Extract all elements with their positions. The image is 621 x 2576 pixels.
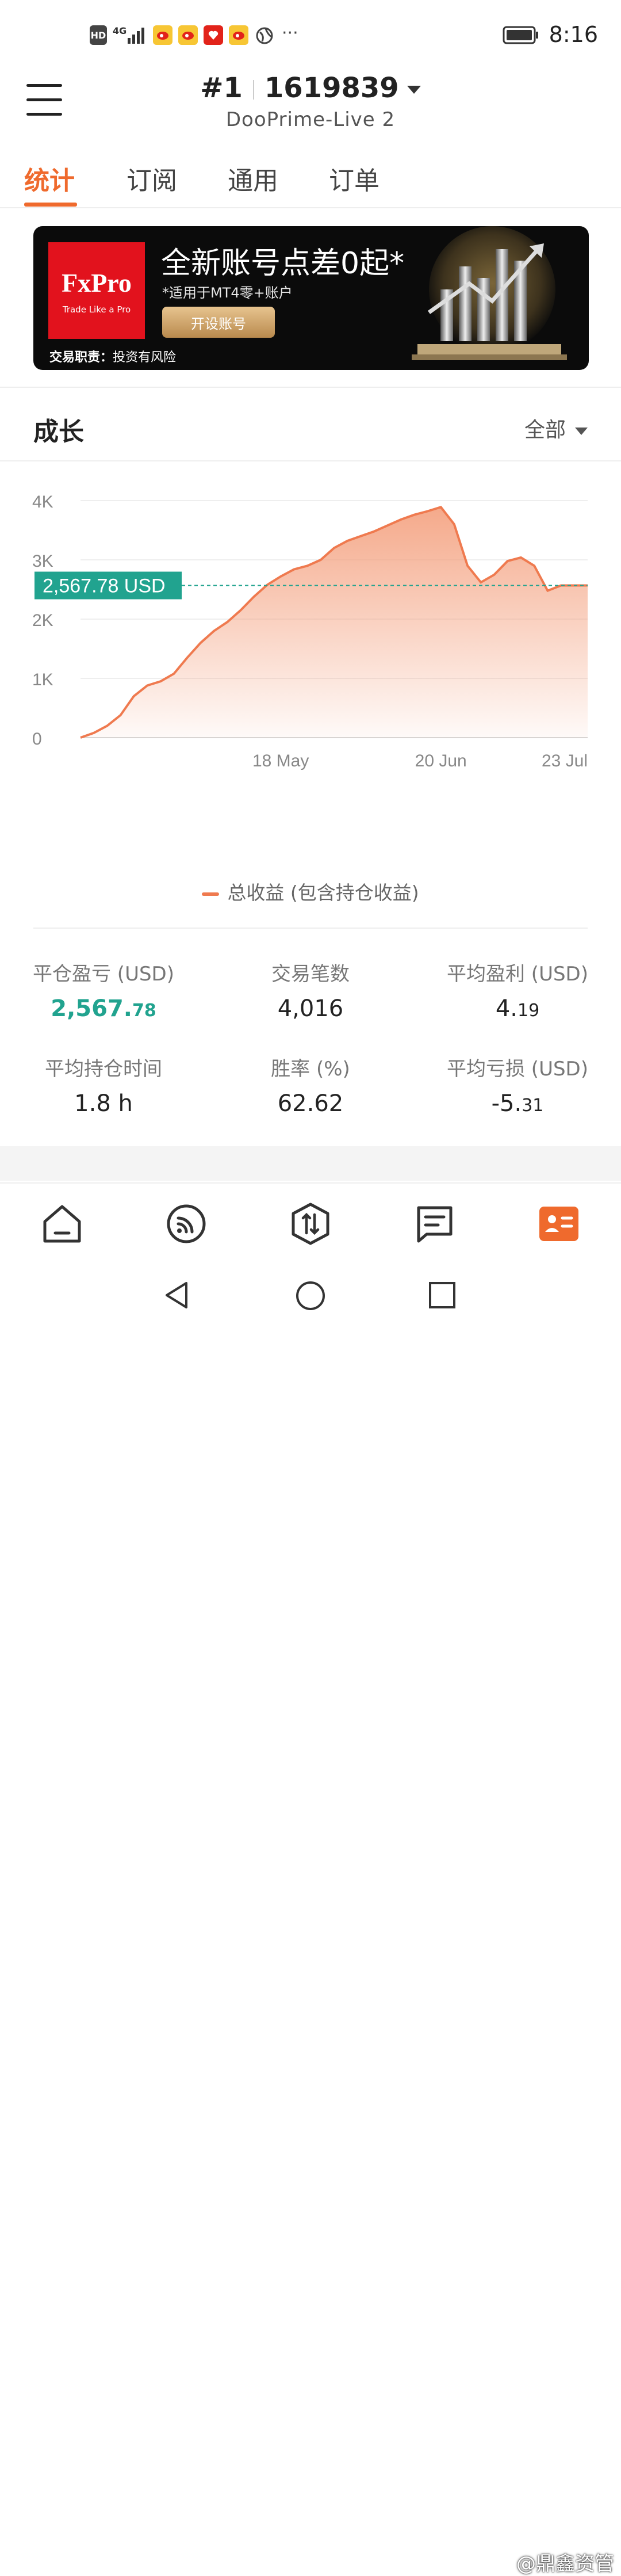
system-nav: @鼎鑫资管 (0, 1266, 621, 2575)
recents-icon[interactable] (428, 1281, 458, 1311)
stat-label-avg-profit: 平均盈利 (USD) (447, 963, 588, 986)
tab-subscribe[interactable]: 订阅 (126, 160, 177, 197)
account-selector[interactable]: #1 1619839 (0, 72, 621, 104)
stat-int: 4,016 (277, 995, 344, 1022)
stat-int: 2,567. (51, 995, 132, 1022)
y-tick-label: 4K (32, 493, 53, 512)
caret-down-icon (575, 427, 588, 435)
trade-icon[interactable] (288, 1201, 334, 1247)
tab-orders[interactable]: 订单 (329, 160, 379, 197)
bottom-nav (0, 1182, 621, 1258)
stat-value-closed-pnl: 2,567.78 (6, 995, 201, 1022)
section-divider (33, 928, 588, 929)
area-fill (80, 507, 588, 738)
stat-value-win-rate: 62.62 (213, 1090, 408, 1117)
stat-value-avg-loss: -5.31 (420, 1090, 615, 1117)
chevron-down-icon (407, 86, 421, 94)
more-icon: ··· (282, 23, 298, 43)
weibo-icon (229, 25, 248, 45)
banner-subtitle: *适用于MT4零+账户 (162, 285, 293, 301)
stat-value-avg-profit: 4.19 (420, 995, 615, 1022)
tab-statistics[interactable]: 统计 (24, 160, 75, 197)
tab-general[interactable]: 通用 (228, 160, 278, 197)
y-tick-label: 0 (32, 730, 42, 749)
risk-disclaimer: 交易职责：投资有风险 (49, 347, 176, 365)
home-circle-icon[interactable] (294, 1280, 327, 1312)
section-divider (0, 387, 621, 388)
watermark: @鼎鑫资管 (516, 2552, 614, 2575)
brand-name: FxPro (62, 268, 132, 297)
stat-value-avg-hold: 1.8 h (6, 1090, 201, 1117)
brand-tagline: Trade Like a Pro (62, 304, 131, 315)
red-app-icon (204, 25, 223, 45)
stat-label-trades: 交易笔数 (271, 963, 350, 986)
globe-icon (255, 26, 274, 47)
banner-title: 全新账号点差0起* (161, 246, 405, 281)
stat-dec: 78 (132, 1001, 156, 1021)
ad-banner[interactable]: FxPro Trade Like a Pro 全新账号点差0起* *适用于MT4… (33, 226, 589, 370)
clock: 8:16 (549, 22, 598, 47)
stat-int: 62.62 (277, 1090, 344, 1117)
stat-label-avg-loss: 平均亏损 (USD) (447, 1058, 588, 1081)
stat-int: -5. (491, 1090, 522, 1117)
stat-int: 4. (495, 995, 518, 1022)
signal-feed-icon[interactable] (163, 1201, 209, 1247)
back-icon[interactable] (162, 1280, 191, 1311)
stat-label-avg-hold: 平均持仓时间 (45, 1058, 162, 1081)
risk-label: 交易职责： (49, 350, 113, 365)
x-tick-label: 23 Jul (542, 751, 588, 770)
legend-swatch (202, 892, 220, 896)
chart-legend: 总收益 (包含持仓收益) (0, 877, 621, 905)
account-index: #1 (200, 72, 243, 104)
stat-value-trades: 4,016 (213, 995, 408, 1022)
account-number: 1619839 (264, 72, 399, 104)
y-tick-label: 1K (32, 670, 53, 689)
y-tick-label: 2K (32, 611, 53, 630)
stat-dec: 19 (517, 1001, 540, 1021)
server-name: DooPrime-Live 2 (225, 108, 396, 131)
home-icon[interactable] (39, 1201, 85, 1247)
tab-active-indicator (24, 203, 77, 207)
battery-icon (503, 25, 539, 47)
open-account-button[interactable]: 开设账号 (162, 307, 275, 338)
weibo-icon (153, 25, 172, 45)
growth-title: 成长 (33, 417, 84, 446)
account-icon[interactable] (536, 1201, 582, 1247)
status-bar: HD 4G ··· 8:16 (0, 0, 621, 69)
growth-chart: 4K 3K 2K 1K 0 18 May 20 Jun 23 Jul 2,567.78 US… (32, 493, 588, 770)
legend-label: 总收益 (包含持仓收益) (227, 881, 419, 904)
section-divider (0, 460, 621, 461)
stat-label-closed-pnl: 平仓盈亏 (USD) (33, 963, 174, 986)
tab-bar: 统计 订阅 通用 订单 (0, 155, 621, 208)
signal-icon: 4G (113, 25, 147, 45)
risk-text: 投资有风险 (113, 350, 177, 365)
stat-int: 1.8 h (74, 1090, 133, 1117)
weibo-icon (178, 25, 198, 45)
y-tick-label: 3K (32, 552, 53, 571)
fxpro-logo: FxPro Trade Like a Pro (48, 242, 145, 339)
period-label: 全部 (524, 418, 566, 442)
section-gap (0, 1146, 621, 1181)
bar-chart-art (412, 226, 567, 360)
stat-dec: 31 (522, 1096, 544, 1116)
x-tick-label: 18 May (252, 751, 309, 770)
current-value-label: 2,567.78 USD (43, 575, 166, 597)
messages-icon[interactable] (412, 1201, 458, 1247)
x-tick-label: 20 Jun (415, 751, 467, 770)
period-selector[interactable]: 全部 (524, 413, 588, 443)
hd-icon: HD (90, 25, 107, 45)
stat-label-win-rate: 胜率 (%) (271, 1058, 350, 1081)
